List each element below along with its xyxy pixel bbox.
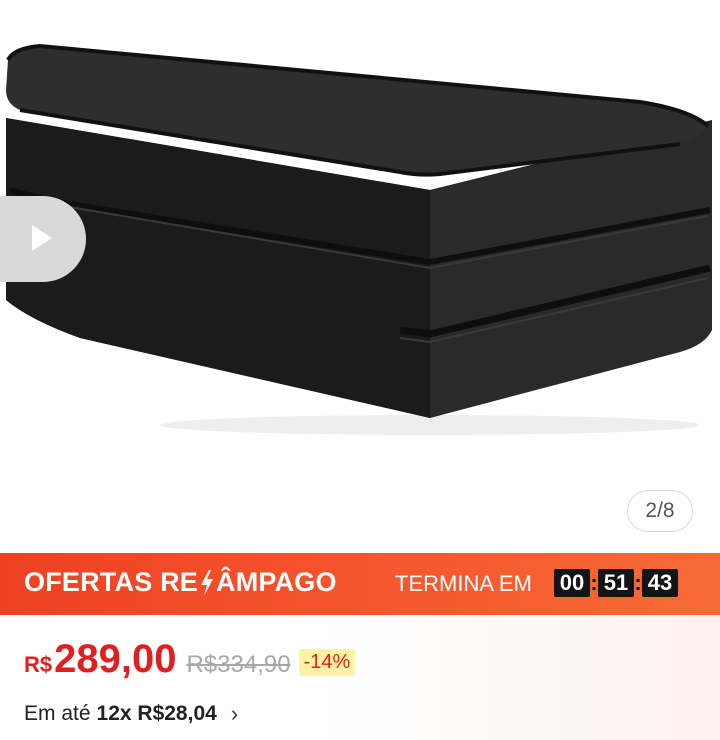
timer-separator: : (590, 570, 598, 595)
timer-seconds: 43 (642, 569, 678, 597)
countdown-timer: 00 : 51 : 43 (554, 569, 678, 597)
current-price: 289,00 (54, 637, 177, 681)
video-play-button[interactable] (0, 196, 86, 282)
play-icon (32, 225, 52, 251)
installment-prefix: Em até (24, 702, 91, 725)
currency-symbol: R$ (24, 652, 53, 677)
installment-link[interactable]: Em até 12x R$28,04 › (24, 701, 238, 727)
flash-sale-banner[interactable]: OFERTAS RE ÂMPAGO TERMINA EM 00 : 51 : 4… (0, 553, 720, 615)
lightning-bolt-icon (201, 569, 214, 596)
product-image (6, 43, 712, 435)
price-row: R$ 289,00 R$334,90 -14% (24, 637, 356, 682)
timer-minutes: 51 (598, 569, 634, 597)
flash-sale-title: OFERTAS RE ÂMPAGO (24, 567, 337, 598)
flash-sale-title-part1: OFERTAS RE (24, 567, 199, 597)
image-counter: 2/8 (627, 490, 693, 532)
flash-sale-title-part2: ÂMPAGO (216, 567, 337, 597)
product-image-gallery[interactable]: 2/8 (0, 0, 720, 553)
timer-separator: : (634, 570, 642, 595)
installment-value: 12x R$28,04 (96, 702, 217, 725)
original-price: R$334,90 (186, 651, 291, 678)
chevron-right-icon: › (230, 701, 239, 726)
discount-badge: -14% (298, 649, 356, 676)
timer-hours: 00 (554, 569, 590, 597)
price-section: R$ 289,00 R$334,90 -14% Em até 12x R$28,… (0, 615, 720, 740)
ends-in-label: TERMINA EM (395, 571, 532, 596)
